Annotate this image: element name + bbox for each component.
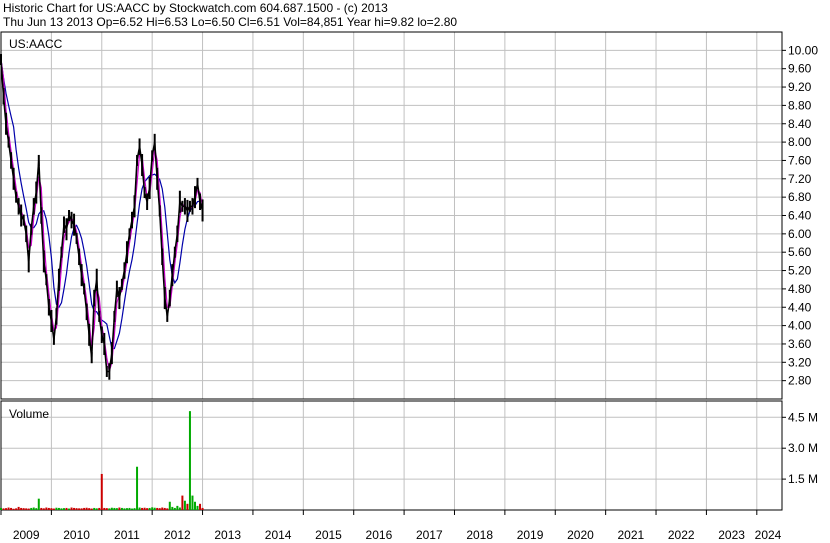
volume-tick-label: 3.0 M xyxy=(788,441,818,455)
year-tick-label: 2012 xyxy=(164,528,191,542)
year-tick-label: 2013 xyxy=(214,528,241,542)
price-tick-label: 4.00 xyxy=(788,319,812,333)
year-tick-label: 2024 xyxy=(755,528,782,542)
price-tick-label: 6.40 xyxy=(788,209,812,223)
volume-tick-label: 1.5 M xyxy=(788,472,818,486)
year-tick-label: 2011 xyxy=(114,528,140,542)
price-tick-label: 7.60 xyxy=(788,153,812,167)
year-tick-label: 2015 xyxy=(315,528,342,542)
year-tick-label: 2018 xyxy=(466,528,493,542)
volume-label: Volume xyxy=(9,407,49,421)
year-tick-label: 2009 xyxy=(13,528,40,542)
price-tick-label: 10.00 xyxy=(788,43,818,57)
year-tick-label: 2014 xyxy=(265,528,292,542)
price-tick-label: 5.20 xyxy=(788,264,812,278)
price-axis: 10.00 9.60 9.20 8.80 8.40 8.00 7.60 7.20 6.80 6.4… xyxy=(782,43,818,388)
price-tick-label: 6.00 xyxy=(788,227,812,241)
year-tick-label: 2016 xyxy=(366,528,393,542)
price-tick-label: 4.40 xyxy=(788,300,812,314)
price-tick-label: 6.80 xyxy=(788,190,812,204)
year-tick-label: 2017 xyxy=(416,528,443,542)
price-tick-label: 8.00 xyxy=(788,135,812,149)
stock-chart: US:AACC Volume 10.00 9.60 9.20 8.80 8.40 8.00… xyxy=(0,31,818,542)
price-tick-label: 9.20 xyxy=(788,80,812,94)
year-tick-label: 2019 xyxy=(517,528,544,542)
price-tick-label: 8.40 xyxy=(788,117,812,131)
year-tick-label: 2022 xyxy=(668,528,695,542)
price-tick-label: 3.20 xyxy=(788,355,812,369)
symbol-label: US:AACC xyxy=(9,37,63,51)
price-tick-label: 9.60 xyxy=(788,62,812,76)
volume-axis: 4.5 M 3.0 M 1.5 M xyxy=(782,410,818,486)
year-tick-label: 2010 xyxy=(63,528,90,542)
year-tick-label: 2021 xyxy=(617,528,644,542)
price-tick-label: 5.60 xyxy=(788,245,812,259)
year-tick-label: 2020 xyxy=(567,528,594,542)
price-tick-label: 4.80 xyxy=(788,282,812,296)
grid-lines xyxy=(1,32,782,510)
price-tick-label: 7.20 xyxy=(788,172,812,186)
x-axis: 2009 2010 2011 2012 2013 2014 2015 2016 2017 2018… xyxy=(0,510,782,542)
year-tick-label: 2023 xyxy=(718,528,745,542)
price-tick-label: 3.60 xyxy=(788,337,812,351)
price-tick-label: 8.80 xyxy=(788,98,812,112)
price-tick-label: 2.80 xyxy=(788,374,812,388)
volume-tick-label: 4.5 M xyxy=(788,410,818,424)
